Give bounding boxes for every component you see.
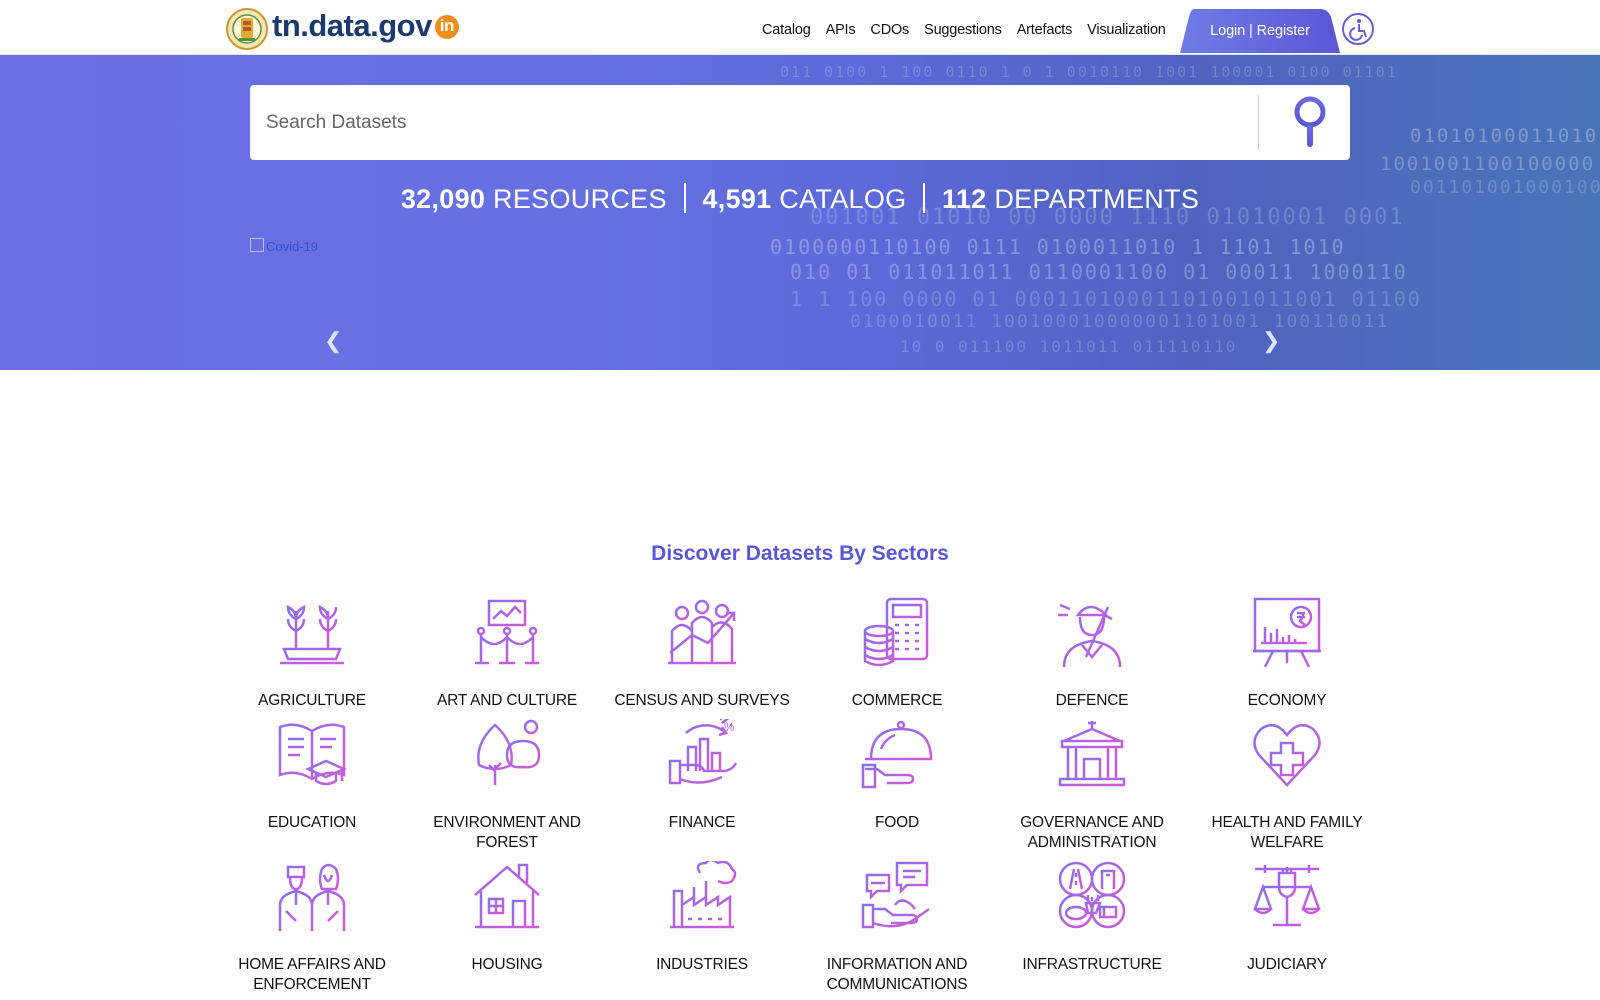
sector-information-and-communications[interactable]: INFORMATION AND COMMUNICATIONS — [802, 861, 992, 995]
sector-economy[interactable]: ECONOMY — [1192, 597, 1382, 711]
census-and-surveys-icon — [668, 599, 736, 665]
sector-label: INFRASTRUCTURE — [1022, 956, 1162, 973]
sector-label: EDUCATION — [267, 814, 357, 831]
brand-logo[interactable]: tn.data.gov in — [272, 6, 459, 46]
economy-icon — [1253, 597, 1321, 668]
sector-art-and-culture[interactable]: ART AND CULTURE — [412, 597, 602, 711]
sector-label: CENSUS AND SURVEYS — [614, 692, 790, 709]
binary-pattern: 0100000110100 0111 0100011010 1 1101 101… — [770, 235, 1346, 259]
carousel-prev-icon[interactable]: ❮ — [324, 328, 342, 354]
industries-icon — [670, 861, 737, 929]
catalog-count: 4,591 — [702, 184, 772, 214]
search-divider — [1258, 95, 1259, 150]
sector-label: HEALTH AND FAMILY WELFARE — [1211, 814, 1363, 851]
sectors-title: Discover Datasets By Sectors — [651, 542, 949, 565]
nav-artefacts[interactable]: Artefacts — [1017, 22, 1073, 38]
search-icon — [1294, 96, 1326, 147]
nav-visualization[interactable]: Visualization — [1087, 22, 1166, 38]
sector-label: ENVIRONMENT AND FOREST — [433, 814, 581, 851]
covid-banner-image[interactable]: Covid-19 — [250, 238, 318, 254]
health-and-family-welfare-icon — [1253, 723, 1321, 787]
information-and-communications-icon — [861, 861, 930, 929]
accessibility-icon[interactable] — [1342, 13, 1374, 45]
sector-health-and-family-welfare[interactable]: HEALTH AND FAMILY WELFARE — [1192, 719, 1382, 853]
sector-home-affairs-and-enforcement[interactable]: HOME AFFAIRS AND ENFORCEMENT — [217, 861, 407, 995]
nav-catalog[interactable]: Catalog — [762, 22, 811, 38]
sector-defence[interactable]: DEFENCE — [997, 597, 1187, 711]
sector-label: ART AND CULTURE — [437, 692, 577, 709]
sector-label: INDUSTRIES — [656, 956, 748, 973]
sector-education[interactable]: EDUCATION — [217, 719, 407, 833]
sector-label: DEFENCE — [1055, 692, 1129, 709]
sector-label: AGRICULTURE — [258, 692, 366, 709]
home-affairs-and-enforcement-icon — [278, 863, 346, 931]
stat-divider — [683, 183, 686, 213]
stat-divider — [923, 183, 926, 213]
search-button[interactable] — [1280, 95, 1340, 150]
sector-finance[interactable]: % FINANCE — [607, 719, 797, 833]
sector-label: JUDICIARY — [1247, 956, 1327, 973]
finance-icon: % — [668, 719, 738, 785]
departments-count: 112 — [942, 184, 987, 214]
resources-label: RESOURCES — [493, 184, 667, 214]
sector-label: FOOD — [875, 814, 919, 831]
sector-industries[interactable]: INDUSTRIES — [607, 861, 797, 975]
education-icon — [278, 723, 348, 786]
infrastructure-icon — [1058, 861, 1126, 929]
hero-banner: 011 0100 1 100 0110 1 0 1 0010110 1001 1… — [0, 55, 1600, 370]
sector-commerce[interactable]: COMMERCE — [802, 597, 992, 711]
resources-count: 32,090 — [400, 184, 486, 214]
binary-pattern: 0100010011 100100010000001101001 1001100… — [850, 311, 1390, 332]
sector-infrastructure[interactable]: INFRASTRUCTURE — [997, 861, 1187, 975]
binary-pattern: 011 0100 1 100 0110 1 0 1 0010110 1001 1… — [780, 63, 1398, 81]
nav-cdos[interactable]: CDOs — [870, 22, 909, 38]
portal-stats: 32,090 RESOURCES 4,591 CATALOG 112 DEPAR… — [0, 183, 1600, 215]
search-bar — [250, 85, 1350, 160]
sector-label: COMMERCE — [851, 692, 943, 709]
food-icon — [861, 720, 933, 789]
tn-emblem-logo[interactable] — [226, 8, 268, 50]
sector-food[interactable]: FOOD — [802, 719, 992, 833]
sector-housing[interactable]: HOUSING — [412, 861, 602, 975]
sector-label: HOME AFFAIRS AND ENFORCEMENT — [238, 956, 386, 993]
sector-label: ECONOMY — [1247, 692, 1327, 709]
top-header: tn.data.gov in Catalog APIs CDOs Suggest… — [0, 0, 1600, 55]
nav-suggestions[interactable]: Suggestions — [924, 22, 1002, 38]
search-input[interactable] — [264, 103, 1268, 143]
defence-icon — [1058, 603, 1122, 668]
binary-pattern: 1 1 100 0000 01 00011010001101001011001 … — [790, 287, 1422, 311]
covid-banner-alt-text: Covid-19 — [266, 239, 319, 254]
governance-and-administration-icon — [1058, 721, 1126, 787]
brand-text: tn.data.gov — [272, 8, 432, 43]
broken-image-icon — [250, 238, 264, 252]
sector-judiciary[interactable]: JUDICIARY — [1192, 861, 1382, 975]
catalog-label: CATALOG — [779, 184, 907, 214]
sector-environment-and-forest[interactable]: ENVIRONMENT AND FOREST — [412, 719, 602, 853]
sector-governance-and-administration[interactable]: GOVERNANCE AND ADMINISTRATION — [997, 719, 1187, 853]
art-and-culture-icon — [475, 599, 539, 665]
nav-apis[interactable]: APIs — [826, 22, 856, 38]
sector-label: HOUSING — [471, 956, 543, 973]
departments-label: DEPARTMENTS — [994, 184, 1200, 214]
agriculture-icon — [280, 604, 344, 665]
commerce-icon — [863, 597, 929, 667]
binary-pattern: 0101010001101010 — [1410, 125, 1600, 147]
carousel-next-icon[interactable]: ❯ — [1262, 328, 1280, 354]
main-nav: Catalog APIs CDOs Suggestions Artefacts … — [762, 0, 1181, 60]
judiciary-icon — [1253, 865, 1321, 927]
sector-label: FINANCE — [668, 814, 736, 831]
login-register-label: Login | Register — [1210, 23, 1310, 39]
sector-label: INFORMATION AND COMMUNICATIONS — [826, 956, 968, 993]
binary-pattern: 10 0 011100 1011011 011110110 — [900, 337, 1238, 356]
binary-pattern: 1001001100100000 — [1380, 153, 1596, 175]
housing-icon — [474, 863, 540, 929]
binary-pattern: 010 01 011011011 0110001100 01 00011 100… — [790, 260, 1408, 284]
sector-agriculture[interactable]: AGRICULTURE — [217, 597, 407, 711]
sector-label: GOVERNANCE AND ADMINISTRATION — [1020, 814, 1164, 851]
brand-suffix: in — [434, 15, 459, 39]
environment-and-forest-icon — [475, 719, 541, 787]
login-register-button[interactable]: Login | Register — [1180, 9, 1340, 53]
svg-text:%: % — [724, 720, 735, 734]
sector-census-and-surveys[interactable]: CENSUS AND SURVEYS — [607, 597, 797, 711]
